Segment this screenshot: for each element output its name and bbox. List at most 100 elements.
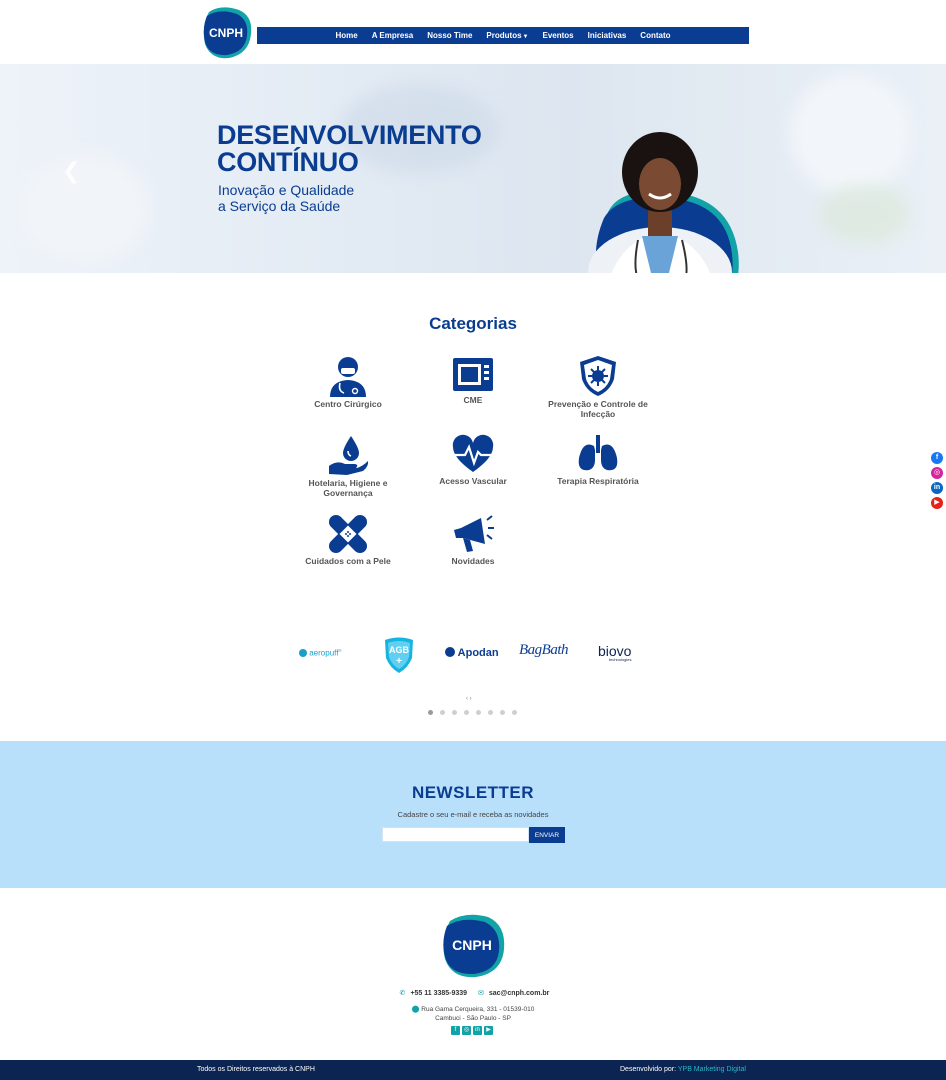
footer-phone[interactable]: ✆ +55 11 3385-9339 <box>397 990 467 997</box>
newsletter-subtitle: Cadastre o seu e-mail e receba as novida… <box>397 810 549 819</box>
carousel-dot[interactable] <box>452 710 457 715</box>
aeropuff-mark-icon <box>299 648 307 657</box>
category-acesso-vascular[interactable]: Acesso Vascular <box>413 434 533 487</box>
floating-social: f ◎ in ▶ <box>931 452 943 509</box>
nav-eventos[interactable]: Eventos <box>535 31 580 40</box>
address-line1: Rua Gama Cerqueira, 331 - 01539-010 <box>421 1006 535 1013</box>
categories-title: Categorias <box>429 314 517 333</box>
brand-label: aeropuff <box>309 648 339 658</box>
hero-title: DESENVOLVIMENTO CONTÍNUO <box>217 122 482 176</box>
hero-subtitle: Inovação e Qualidade a Serviço da Saúde <box>218 182 354 214</box>
carousel-dot[interactable] <box>464 710 469 715</box>
hero-banner: ❮ DESENVOLVIMENTO CONTÍNUO Inovação e Qu… <box>0 64 946 273</box>
footer-address: ⬤ Rua Gama Cerqueira, 331 - 01539-010 Ca… <box>0 1005 946 1023</box>
cnph-logo[interactable]: CNPH <box>201 4 253 59</box>
brand-tag: ® <box>338 648 342 653</box>
lungs-icon <box>578 435 618 471</box>
instagram-icon[interactable]: ◎ <box>462 1026 471 1035</box>
chevron-down-icon: ▼ <box>522 34 529 40</box>
carousel-dot[interactable] <box>440 710 445 715</box>
footer-social: f ◎ in ▶ <box>451 1026 493 1035</box>
category-label: Centro Cirúrgico <box>314 399 382 409</box>
hero-title-line2: CONTÍNUO <box>217 147 359 177</box>
nav-iniciativas[interactable]: Iniciativas <box>581 31 634 40</box>
brands-carousel: aeropuff® AGB + Apodan BagBath biovo tec… <box>290 632 660 676</box>
category-terapia-respiratoria[interactable]: Terapia Respiratória <box>538 434 658 487</box>
plus-icon: + <box>396 656 402 667</box>
newsletter-title: NEWSLETTER <box>411 783 535 802</box>
nav-contato[interactable]: Contato <box>633 31 677 40</box>
linkedin-icon[interactable]: in <box>473 1026 482 1035</box>
header: CNPH Home A Empresa Nosso Time Produtos▼… <box>0 0 946 64</box>
category-novidades[interactable]: Novidades <box>413 514 533 567</box>
bandage-icon <box>328 514 368 554</box>
category-label: Hotelaria, Higiene e Governança <box>308 478 388 498</box>
carousel-arrows[interactable]: ‹ › <box>466 696 472 702</box>
nav-home[interactable]: Home <box>328 31 364 40</box>
apodan-mark-icon <box>445 647 455 657</box>
category-centro-cirurgico[interactable]: Centro Cirúrgico <box>288 355 408 410</box>
carousel-dot[interactable] <box>488 710 493 715</box>
brand-aeropuff[interactable]: aeropuff® <box>299 648 341 658</box>
category-label: Prevenção e Controle de Infecção <box>548 399 648 419</box>
brand-label: Apodan <box>457 647 499 659</box>
main-nav: Home A Empresa Nosso Time Produtos▼ Even… <box>257 27 749 44</box>
brand-apodan[interactable]: Apodan <box>445 647 499 659</box>
carousel-dot[interactable] <box>476 710 481 715</box>
phone-text: +55 11 3385-9339 <box>410 990 468 997</box>
chevron-left-icon[interactable]: ❮ <box>62 158 80 184</box>
newsletter-submit-button[interactable]: ENVIAR <box>529 827 565 843</box>
surgeon-icon <box>330 357 366 397</box>
brand-label: AGB <box>389 645 410 655</box>
instagram-icon[interactable]: ◎ <box>931 467 943 479</box>
developer-credit: Desenvolvido por: YPB Marketing Digital <box>620 1066 746 1073</box>
category-cme[interactable]: CME <box>413 355 533 406</box>
category-prevencao[interactable]: Prevenção e Controle de Infecção <box>538 355 658 419</box>
linkedin-icon[interactable]: in <box>931 482 943 494</box>
facebook-icon[interactable]: f <box>451 1026 460 1035</box>
map-pin-icon: ⬤ <box>411 1006 420 1013</box>
youtube-icon[interactable]: ▶ <box>931 497 943 509</box>
footer-email[interactable]: ✉ sac@cnph.com.br <box>475 990 549 997</box>
footer-contact: ✆ +55 11 3385-9339 ✉ sac@cnph.com.br <box>0 989 946 997</box>
email-text: sac@cnph.com.br <box>488 990 550 997</box>
newsletter-email-input[interactable] <box>382 827 529 842</box>
carousel-dot[interactable] <box>428 710 433 715</box>
nav-a-empresa[interactable]: A Empresa <box>365 31 421 40</box>
hero-subtitle-line1: Inovação e Qualidade <box>218 182 355 198</box>
footer-logo-text: CNPH <box>452 937 492 953</box>
hero-subtitle-line2: a Serviço da Saúde <box>218 198 341 214</box>
category-label: Terapia Respiratória <box>557 476 639 486</box>
megaphone-icon <box>454 515 494 552</box>
mail-icon: ✉ <box>478 990 484 997</box>
bottom-bar: Todos os Direitos reservados à CNPH Dese… <box>0 1060 946 1080</box>
footer-logo[interactable]: CNPH <box>440 911 507 979</box>
brand-agb[interactable]: AGB + <box>382 636 416 674</box>
heart-pulse-icon <box>452 434 494 472</box>
logo-text: CNPH <box>209 26 243 40</box>
category-cuidados-pele[interactable]: Cuidados com a Pele <box>288 514 408 567</box>
sterilizer-icon <box>453 358 493 391</box>
carousel-dot[interactable] <box>500 710 505 715</box>
copyright-text: Todos os Direitos reservados à CNPH <box>197 1066 315 1073</box>
facebook-icon[interactable]: f <box>931 452 943 464</box>
shield-virus-icon <box>580 356 616 396</box>
hero-title-line1: DESENVOLVIMENTO <box>217 120 482 150</box>
doctor-image <box>588 132 739 273</box>
category-hotelaria[interactable]: Hotelaria, Higiene e Governança <box>288 434 408 498</box>
developer-link[interactable]: YPB Marketing Digital <box>678 1066 746 1073</box>
phone-icon: ✆ <box>399 990 406 997</box>
bg-blur <box>790 74 910 194</box>
address-line2: Cambuci - São Paulo - SP <box>435 1015 511 1022</box>
bg-blur <box>20 154 150 264</box>
brand-biovo[interactable]: biovo technologies <box>598 643 631 662</box>
hand-drop-icon <box>329 436 369 475</box>
youtube-icon[interactable]: ▶ <box>484 1026 493 1035</box>
brand-bagbath[interactable]: BagBath <box>519 642 569 659</box>
nav-nosso-time[interactable]: Nosso Time <box>420 31 479 40</box>
bg-blur <box>820 184 910 244</box>
nav-produtos[interactable]: Produtos▼ <box>479 31 535 40</box>
category-label: Cuidados com a Pele <box>305 556 391 566</box>
category-label: CME <box>463 395 483 405</box>
carousel-dot[interactable] <box>512 710 517 715</box>
